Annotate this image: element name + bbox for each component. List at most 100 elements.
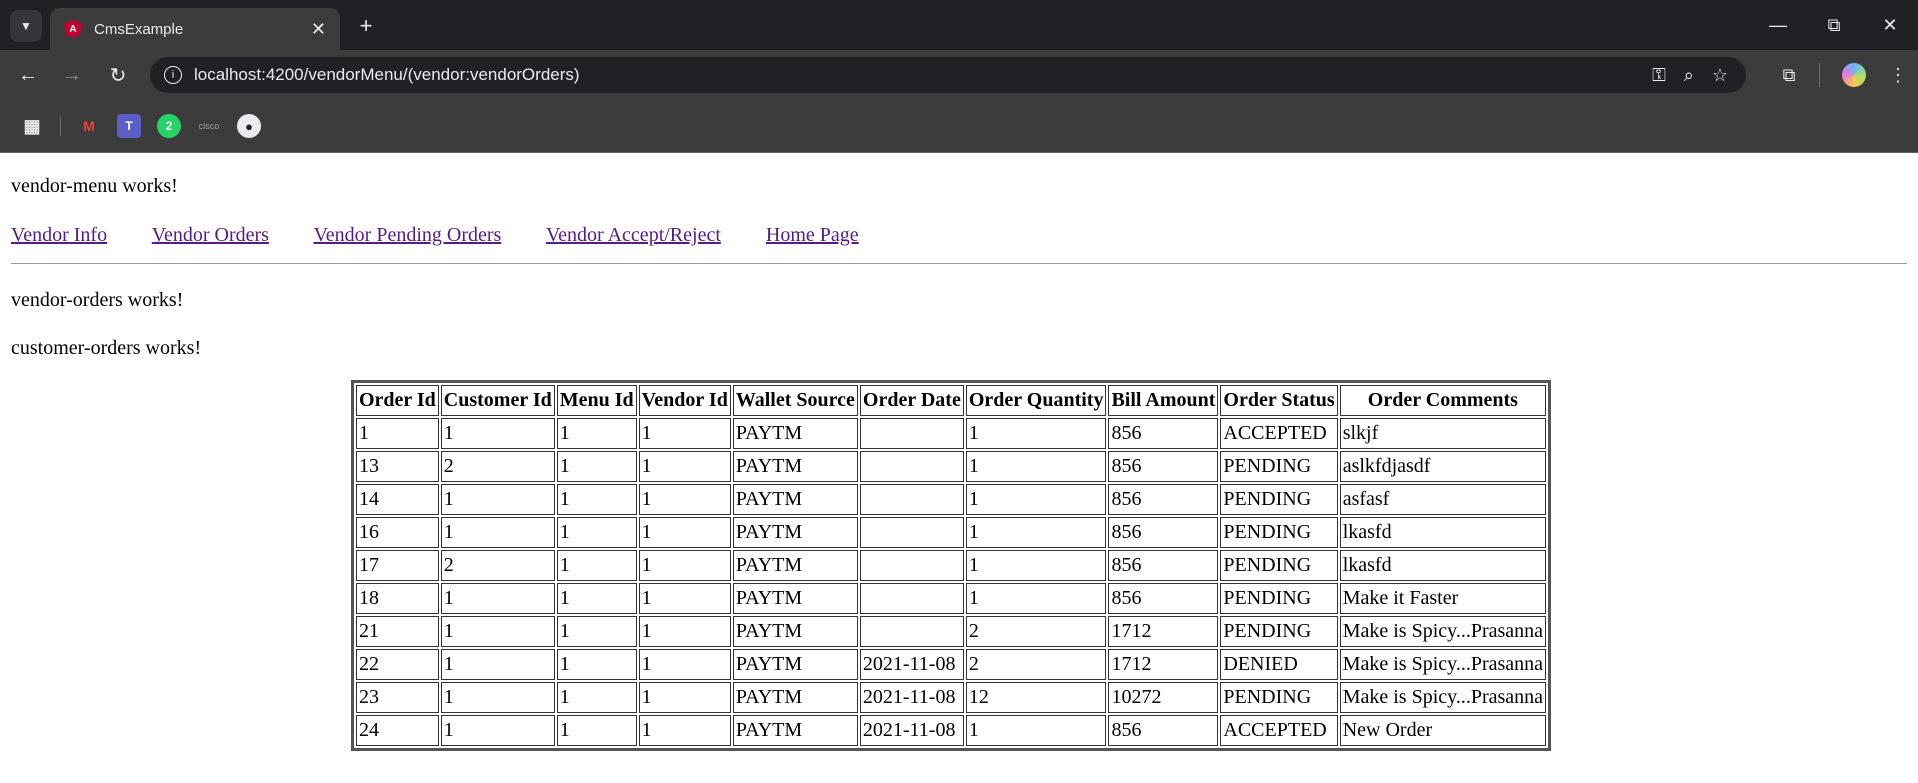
link-vendor-orders[interactable]: Vendor Orders	[152, 224, 269, 246]
cell-wallet-source: PAYTM	[732, 682, 858, 713]
star-icon[interactable]: ☆	[1712, 65, 1728, 86]
cell-order-quantity: 2	[965, 616, 1107, 647]
cell-order-comments: Make is Spicy...Prasanna	[1339, 649, 1547, 680]
cell-order-date	[859, 583, 964, 614]
cell-bill-amount: 1712	[1108, 649, 1219, 680]
teams-icon[interactable]: T	[117, 114, 141, 138]
restore-button[interactable]: ⧉	[1806, 0, 1862, 50]
cell-customer-id: 1	[440, 583, 555, 614]
cell-order-id: 24	[355, 715, 439, 746]
cell-menu-id: 1	[556, 682, 637, 713]
customer-orders-works-text: customer-orders works!	[11, 337, 202, 359]
cell-order-comments: aslkfdjasdf	[1339, 451, 1547, 482]
cell-bill-amount: 856	[1108, 451, 1219, 482]
cell-order-date	[859, 616, 964, 647]
key-icon[interactable]: ⚿	[1652, 65, 1666, 86]
cell-wallet-source: PAYTM	[732, 418, 858, 449]
cell-order-status: PENDING	[1220, 517, 1338, 548]
cell-order-id: 14	[355, 484, 439, 515]
reload-button[interactable]: ↻	[104, 61, 132, 89]
cell-menu-id: 1	[556, 550, 637, 581]
cell-menu-id: 1	[556, 418, 637, 449]
more-menu-icon[interactable]: ⋮	[1878, 65, 1918, 86]
table-row: 22 1 1 1 PAYTM 2021-11-08 2 1712 DENIED Make is S…	[355, 649, 1547, 680]
cell-wallet-source: PAYTM	[732, 451, 858, 482]
cell-bill-amount: 10272	[1108, 682, 1219, 713]
chevron-down-icon: ▼	[20, 19, 32, 33]
close-icon: ✕	[1882, 14, 1898, 35]
whatsapp-icon[interactable]: 2	[157, 114, 181, 138]
gmail-icon[interactable]: M	[77, 114, 101, 138]
header-bill-amount: Bill Amount	[1108, 385, 1219, 416]
cell-customer-id: 1	[440, 649, 555, 680]
cell-order-id: 22	[355, 649, 439, 680]
info-icon[interactable]: i	[164, 66, 182, 84]
cell-order-date: 2021-11-08	[859, 682, 964, 713]
bookmarks-bar: ▦ M T 2 cisco ●	[0, 100, 1918, 153]
address-bar[interactable]: i localhost:4200/vendorMenu/(vendor:vend…	[150, 57, 1746, 93]
link-vendor-accept-reject[interactable]: Vendor Accept/Reject	[546, 224, 721, 246]
table-row: 23 1 1 1 PAYTM 2021-11-08 12 10272 PENDING Make i…	[355, 682, 1547, 713]
table-row: 17 2 1 1 PAYTM 1 856 PENDING lkasfd	[355, 550, 1547, 581]
link-vendor-info[interactable]: Vendor Info	[11, 224, 107, 246]
cell-order-quantity: 1	[965, 418, 1107, 449]
orders-table-body: 1 1 1 1 PAYTM 1 856 ACCEPTED slkjf 13 2 1 1 PAYTM 1 856…	[355, 418, 1547, 746]
tab-search-button[interactable]: ▼	[10, 10, 42, 42]
new-tab-button[interactable]: +	[352, 12, 380, 40]
cisco-icon[interactable]: cisco	[197, 114, 221, 138]
extensions-icon[interactable]: ⧉	[1769, 65, 1809, 86]
cell-order-quantity: 12	[965, 682, 1107, 713]
cell-order-status: PENDING	[1220, 451, 1338, 482]
cell-order-comments: Make it Faster	[1339, 583, 1547, 614]
cell-vendor-id: 1	[638, 418, 731, 449]
apps-grid-icon[interactable]: ▦	[20, 114, 44, 138]
header-customer-id: Customer Id	[440, 385, 555, 416]
link-home-page[interactable]: Home Page	[766, 224, 859, 246]
minimize-button[interactable]: —	[1750, 0, 1806, 50]
cell-menu-id: 1	[556, 517, 637, 548]
cell-order-id: 1	[355, 418, 439, 449]
cell-order-id: 17	[355, 550, 439, 581]
cell-order-id: 21	[355, 616, 439, 647]
cell-customer-id: 1	[440, 682, 555, 713]
link-vendor-pending-orders[interactable]: Vendor Pending Orders	[314, 224, 502, 246]
vendor-orders-works-text: vendor-orders works!	[11, 289, 184, 311]
cell-order-id: 23	[355, 682, 439, 713]
cell-order-comments: lkasfd	[1339, 517, 1547, 548]
profile-avatar[interactable]	[1842, 63, 1866, 87]
cell-order-date	[859, 418, 964, 449]
zoom-icon[interactable]: ⌕	[1684, 65, 1694, 86]
cell-menu-id: 1	[556, 715, 637, 746]
window-controls: — ⧉ ✕	[1750, 0, 1918, 50]
cell-order-quantity: 1	[965, 715, 1107, 746]
browser-tab[interactable]: A CmsExample ✕	[50, 8, 340, 50]
cell-order-status: PENDING	[1220, 616, 1338, 647]
table-row: 1 1 1 1 PAYTM 1 856 ACCEPTED slkjf	[355, 418, 1547, 449]
table-row: 14 1 1 1 PAYTM 1 856 PENDING asfasf	[355, 484, 1547, 515]
cell-bill-amount: 856	[1108, 418, 1219, 449]
table-row: 24 1 1 1 PAYTM 2021-11-08 1 856 ACCEPTED New Orde…	[355, 715, 1547, 746]
cell-wallet-source: PAYTM	[732, 517, 858, 548]
close-window-button[interactable]: ✕	[1862, 0, 1918, 50]
vendor-nav-links: Vendor Info Vendor Orders Vendor Pending…	[11, 224, 1907, 249]
cell-vendor-id: 1	[638, 682, 731, 713]
cell-wallet-source: PAYTM	[732, 550, 858, 581]
table-row: 21 1 1 1 PAYTM 2 1712 PENDING Make is Spicy...Pr…	[355, 616, 1547, 647]
header-wallet-source: Wallet Source	[732, 385, 858, 416]
cell-customer-id: 2	[440, 550, 555, 581]
minimize-icon: —	[1769, 14, 1787, 35]
cell-bill-amount: 856	[1108, 517, 1219, 548]
close-icon[interactable]: ✕	[311, 19, 326, 40]
cell-customer-id: 1	[440, 484, 555, 515]
cell-order-comments: Make is Spicy...Prasanna	[1339, 616, 1547, 647]
reload-icon: ↻	[109, 64, 127, 87]
toolbar-separator	[1819, 63, 1820, 87]
forward-button[interactable]: →	[58, 61, 86, 89]
cell-order-date	[859, 484, 964, 515]
github-icon[interactable]: ●	[237, 114, 261, 138]
cell-customer-id: 1	[440, 517, 555, 548]
cell-vendor-id: 1	[638, 451, 731, 482]
url-text[interactable]: localhost:4200/vendorMenu/(vendor:vendor…	[194, 65, 1652, 85]
cell-bill-amount: 1712	[1108, 616, 1219, 647]
back-button[interactable]: ←	[14, 61, 42, 89]
